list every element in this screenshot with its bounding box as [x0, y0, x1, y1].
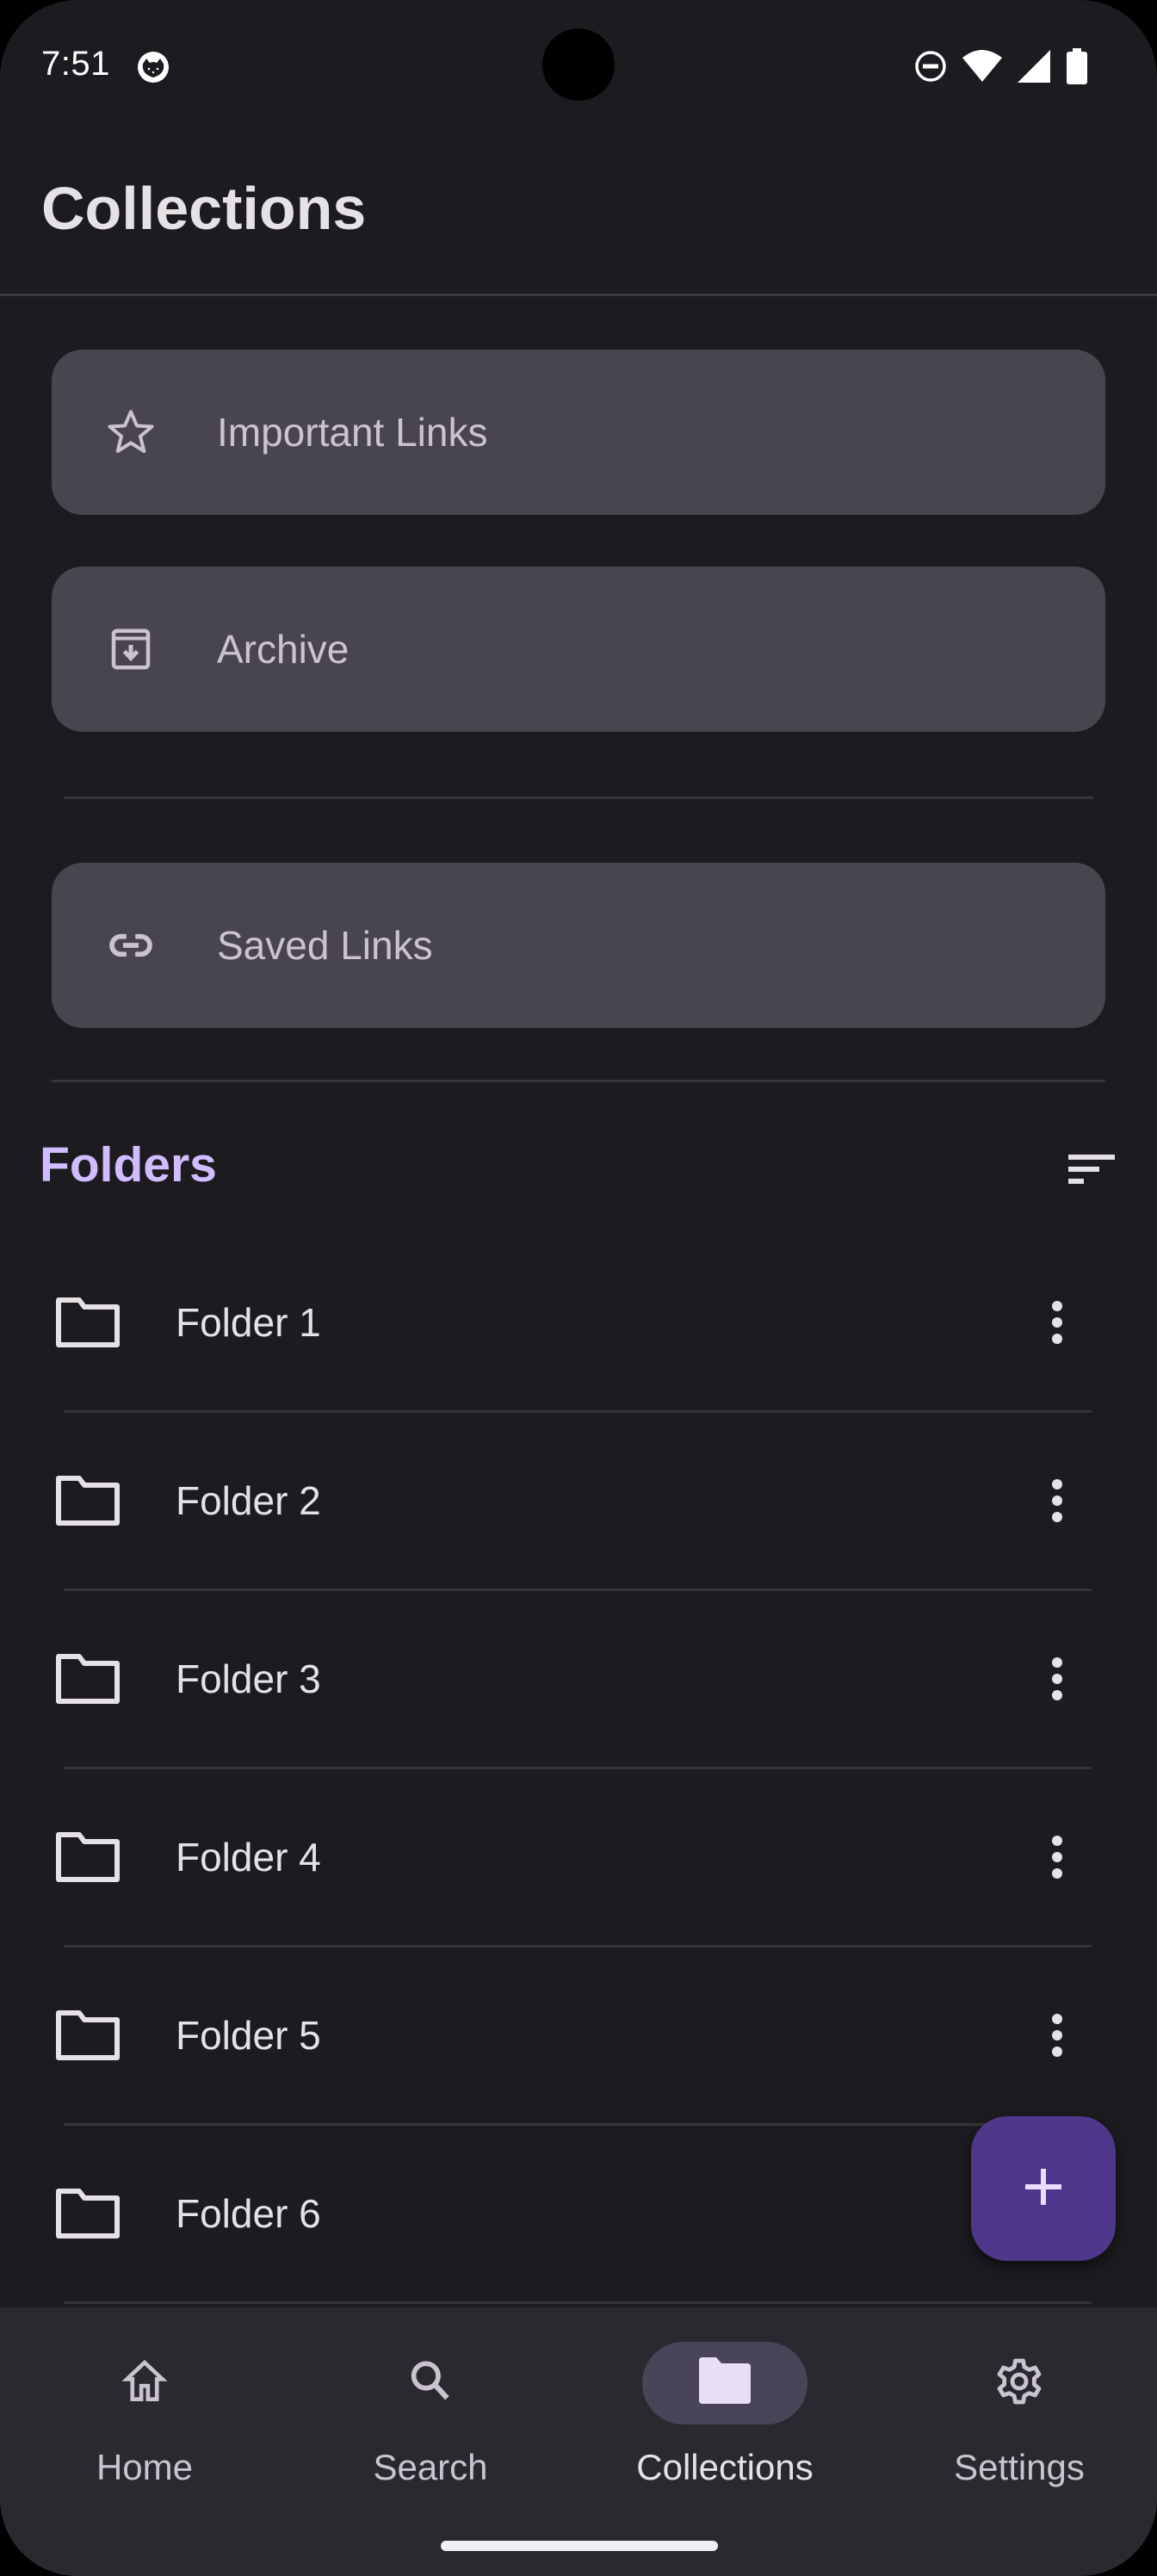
nav-label: Home: [96, 2447, 194, 2487]
collection-label: Saved Links: [217, 923, 433, 968]
more-vert-icon: [1052, 1835, 1062, 1879]
archive-icon: [103, 622, 158, 677]
more-vert-icon: [1052, 1478, 1062, 1522]
more-vert-icon: [1052, 1300, 1062, 1344]
more-options-button[interactable]: [1030, 1644, 1085, 1713]
page-title: Collections: [41, 175, 367, 242]
top-app-bar: Collections: [0, 129, 1157, 296]
folder-outline-icon: [55, 1653, 121, 1705]
active-nav-indicator: [642, 2342, 807, 2424]
folder-filled-icon: [697, 2356, 752, 2410]
nav-label: Collections: [636, 2447, 814, 2487]
folder-outline-icon: [55, 1297, 121, 1348]
sort-icon: [1067, 1151, 1117, 1192]
gesture-home-indicator[interactable]: [441, 2541, 718, 2551]
nav-item-home[interactable]: Home: [0, 2342, 289, 2497]
more-options-button[interactable]: [1030, 1466, 1085, 1535]
nav-item-search[interactable]: Search: [286, 2342, 575, 2497]
folder-label: Folder 4: [176, 1834, 321, 1879]
search-icon: [404, 2355, 457, 2412]
more-options-button[interactable]: [1030, 2001, 1085, 2070]
status-icons: [914, 48, 1088, 84]
plus-icon: [1024, 2167, 1063, 2211]
bottom-navigation: Home Search Collections Settings: [0, 2307, 1157, 2576]
app-screen: 7:51 Collections Important Links Archive…: [0, 0, 1157, 2576]
folder-list-item[interactable]: Folder 2: [0, 1411, 1157, 1591]
folders-section-title: Folders: [40, 1137, 217, 1192]
folder-label: Folder 3: [176, 1656, 321, 1701]
folder-label: Folder 2: [176, 1477, 321, 1523]
link-icon: [103, 918, 158, 973]
more-options-button[interactable]: [1030, 1823, 1085, 1892]
collection-saved-links[interactable]: Saved Links: [52, 863, 1105, 1028]
folder-outline-icon: [55, 2009, 121, 2061]
section-divider: [52, 1080, 1105, 1082]
nav-label: Search: [373, 2447, 488, 2487]
collection-label: Important Links: [217, 410, 488, 455]
folder-list-item[interactable]: Folder 3: [0, 1589, 1157, 1769]
collection-archive[interactable]: Archive: [52, 567, 1105, 732]
more-vert-icon: [1052, 2013, 1062, 2057]
folder-label: Folder 5: [176, 2012, 321, 2058]
home-icon: [118, 2355, 171, 2412]
folder-outline-icon: [55, 2188, 121, 2239]
wifi-icon: [962, 49, 1002, 84]
do-not-disturb-icon: [914, 50, 947, 83]
battery-icon: [1066, 48, 1088, 84]
sort-button[interactable]: [1057, 1145, 1126, 1197]
more-vert-icon: [1052, 1656, 1062, 1700]
collection-important-links[interactable]: Important Links: [52, 350, 1105, 515]
nav-item-collections[interactable]: Collections: [580, 2342, 869, 2497]
section-divider: [64, 796, 1093, 799]
folder-outline-icon: [55, 1831, 121, 1883]
more-options-button[interactable]: [1030, 1288, 1085, 1357]
nav-label: Settings: [954, 2447, 1085, 2487]
status-bar: 7:51: [0, 0, 1157, 129]
folder-list-item[interactable]: Folder 4: [0, 1768, 1157, 1947]
star-outline-icon: [103, 405, 158, 460]
folder-list-item[interactable]: Folder 1: [0, 1233, 1157, 1413]
folder-outline-icon: [55, 1475, 121, 1526]
status-time: 7:51: [41, 45, 110, 83]
add-folder-fab[interactable]: [971, 2116, 1116, 2261]
folder-list-item[interactable]: Folder 5: [0, 1946, 1157, 2126]
folder-label: Folder 6: [176, 2190, 321, 2236]
cellular-signal-icon: [1018, 50, 1050, 83]
collection-label: Archive: [217, 627, 350, 672]
row-divider: [64, 2301, 1092, 2304]
gear-icon: [992, 2354, 1047, 2413]
cat-app-icon: [136, 50, 170, 84]
nav-item-settings[interactable]: Settings: [875, 2342, 1157, 2497]
camera-cutout: [542, 28, 615, 101]
folder-label: Folder 1: [176, 1299, 321, 1345]
